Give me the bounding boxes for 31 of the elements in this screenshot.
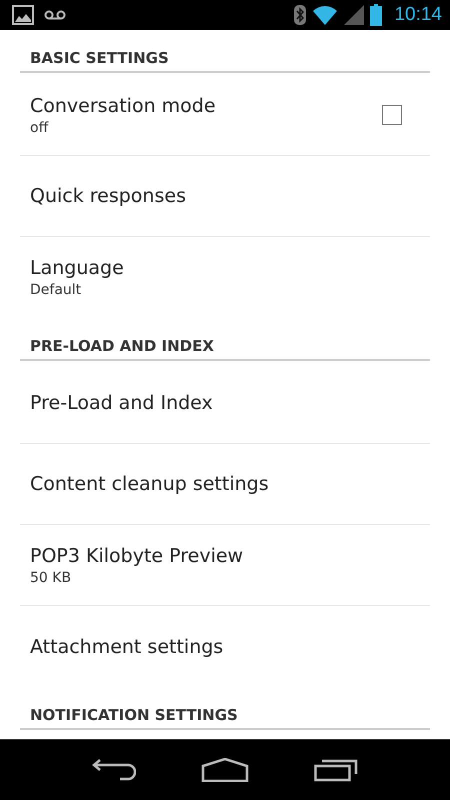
settings-item[interactable]: Attachment settings xyxy=(20,606,430,687)
item-title: Content cleanup settings xyxy=(30,473,269,495)
voicemail-icon xyxy=(44,10,66,20)
bluetooth-icon xyxy=(294,5,306,25)
checkbox[interactable] xyxy=(382,105,402,125)
settings-item[interactable]: Content cleanup settings xyxy=(20,444,430,525)
section-header: BASIC SETTINGS xyxy=(30,49,169,67)
settings-item[interactable]: Pre-Load and Index xyxy=(20,363,430,444)
item-title: Pre-Load and Index xyxy=(30,392,213,414)
item-summary: Default xyxy=(30,282,82,298)
picture-notification-icon xyxy=(12,5,34,25)
clock: 10:14 xyxy=(394,4,442,26)
item-title: Language xyxy=(30,257,124,279)
section-header: PRE-LOAD AND INDEX xyxy=(30,337,214,355)
item-title: POP3 Kilobyte Preview xyxy=(30,544,244,566)
signal-icon xyxy=(344,5,364,25)
item-title: Conversation mode xyxy=(30,94,216,116)
settings-item[interactable]: POP3 Kilobyte Preview 50 KB xyxy=(20,525,430,606)
item-title: Attachment settings xyxy=(30,636,224,658)
home-icon[interactable] xyxy=(200,758,249,782)
section-header: NOTIFICATION SETTINGS xyxy=(30,706,238,724)
item-summary: off xyxy=(30,120,50,136)
battery-icon xyxy=(370,4,382,26)
wifi-icon xyxy=(312,5,338,25)
settings-item[interactable]: Quick responses xyxy=(20,156,430,237)
back-icon[interactable] xyxy=(92,758,136,782)
item-summary: 50 KB xyxy=(30,570,72,586)
recent-apps-icon[interactable] xyxy=(314,758,358,782)
settings-item[interactable]: Conversation mode off xyxy=(20,75,430,156)
settings-item[interactable]: Language Default xyxy=(20,237,430,318)
item-title: Quick responses xyxy=(30,185,186,207)
